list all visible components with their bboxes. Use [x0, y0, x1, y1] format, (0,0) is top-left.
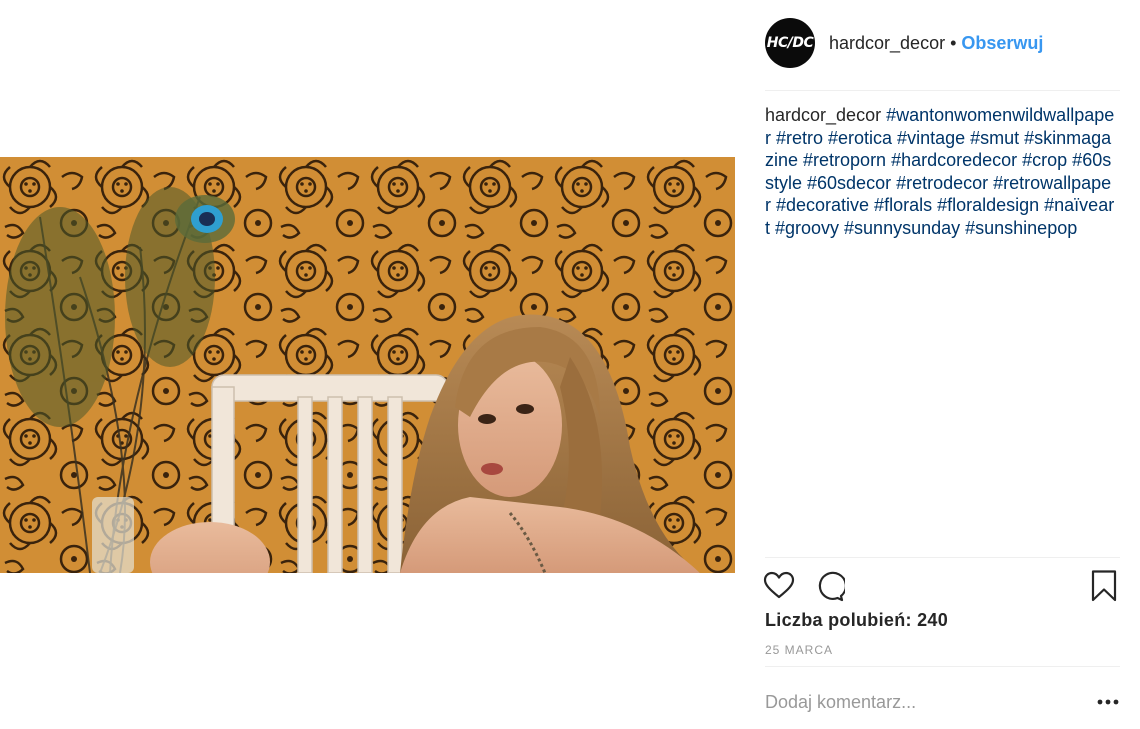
- comment-divider: [765, 666, 1120, 667]
- separator-dot: •: [950, 32, 957, 53]
- comment-row: [765, 688, 1120, 716]
- header-divider: [765, 90, 1120, 91]
- bookmark-icon[interactable]: [1088, 570, 1120, 602]
- post-date[interactable]: 25 MARCA: [765, 643, 833, 657]
- post-sidebar: HC/DC hardcor_decor • Obserwuj hardcor_d…: [763, 0, 1120, 729]
- comment-bubble-icon[interactable]: [813, 570, 847, 602]
- caption: hardcor_decor #wantonwomenwildwallpaper …: [765, 104, 1115, 239]
- comment-input[interactable]: [765, 691, 1065, 713]
- more-options-icon[interactable]: [1096, 694, 1120, 710]
- post-photo: [0, 157, 735, 573]
- caption-username[interactable]: hardcor_decor: [765, 105, 881, 125]
- avatar[interactable]: HC/DC: [765, 18, 815, 68]
- actions-divider: [765, 557, 1120, 558]
- post-image[interactable]: [0, 157, 735, 573]
- username[interactable]: hardcor_decor: [829, 33, 945, 54]
- heart-icon[interactable]: [763, 570, 795, 602]
- likes-count[interactable]: Liczba polubień: 240: [765, 610, 948, 631]
- action-bar: [763, 570, 1120, 602]
- follow-button[interactable]: Obserwuj: [961, 33, 1043, 54]
- post-header: HC/DC hardcor_decor • Obserwuj: [765, 18, 1120, 68]
